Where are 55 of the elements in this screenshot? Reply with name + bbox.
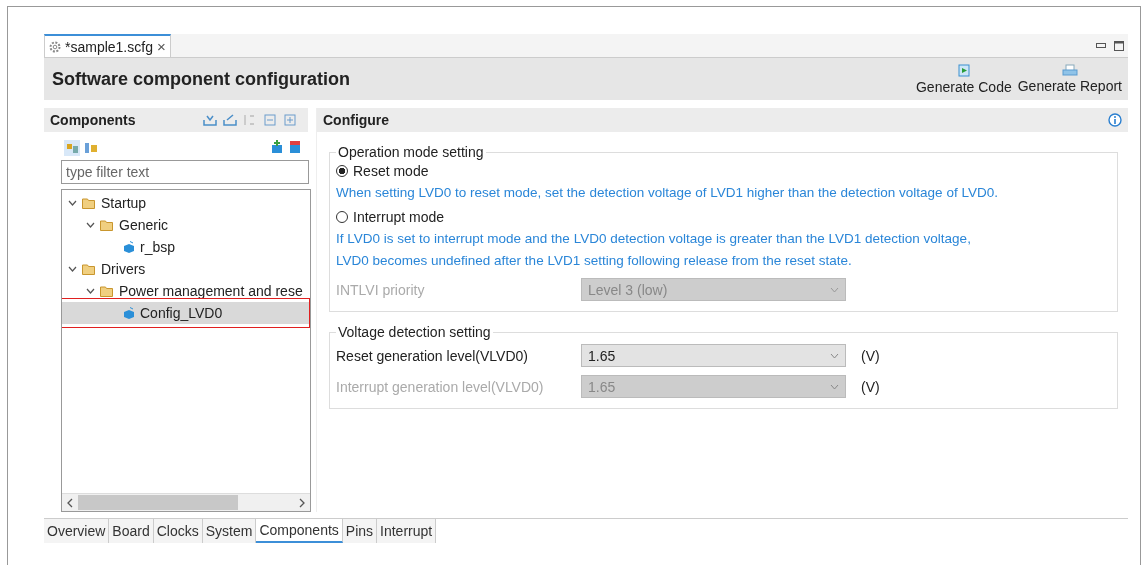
chevron-icon: [830, 286, 839, 293]
group-title: Voltage detection setting: [337, 324, 492, 340]
cube-icon: [123, 241, 135, 253]
close-button[interactable]: ×: [156, 38, 166, 55]
generate-button[interactable]: Generate Code: [915, 63, 1012, 95]
folder-icon: [100, 219, 114, 231]
filter-field[interactable]: type filter text: [61, 160, 309, 184]
radio-option[interactable]: Interrupt mode: [336, 206, 1111, 228]
cube-icon: [123, 307, 135, 319]
folder-icon: [100, 285, 114, 297]
page-tab[interactable]: Pins: [342, 519, 378, 543]
page-tab[interactable]: System: [202, 519, 257, 543]
chevron-icon: [830, 352, 839, 359]
horizontal-scrollbar[interactable]: [62, 493, 310, 511]
chevron-icon: [68, 266, 77, 272]
tree-item[interactable]: Generic: [62, 214, 310, 236]
info-icon[interactable]: [1108, 113, 1122, 127]
tree-item[interactable]: Drivers: [62, 258, 310, 280]
chevron-icon: [68, 200, 77, 206]
folder-icon: [82, 263, 96, 275]
add-remove-icon[interactable]: [270, 140, 302, 154]
page-tab[interactable]: Overview: [44, 519, 110, 543]
field-label: Reset generation level(VLVD0): [336, 347, 529, 364]
level-dropdown[interactable]: 1.65: [581, 344, 846, 367]
generate-button[interactable]: Generate Report: [1017, 63, 1122, 95]
group-title: Operation mode setting: [337, 144, 485, 160]
page-title: Software component configuration: [52, 68, 350, 90]
info-note: When setting LVD0 to reset mode, set the detection voltage of LVD1 higher than the detection voltage of LVD0.: [336, 184, 999, 202]
code-file-icon: [957, 63, 970, 77]
page-tab[interactable]: Clocks: [153, 519, 203, 543]
unit-label: (V): [861, 378, 880, 395]
tree-item[interactable]: Power management and rese: [62, 280, 310, 302]
chevron-icon: [86, 288, 95, 294]
maximize-icon[interactable]: [1114, 40, 1124, 51]
tree-item[interactable]: r_bsp: [62, 236, 310, 258]
tray-icon: [1061, 63, 1078, 76]
editor-tab[interactable]: *sample1.scfg ×: [44, 34, 171, 57]
tab-title: *sample1.scfg: [65, 38, 153, 55]
unit-label: (V): [861, 347, 880, 364]
page-tab[interactable]: Board: [109, 519, 154, 543]
minimize-icon[interactable]: [1096, 42, 1106, 49]
tree-item[interactable]: Startup: [62, 192, 310, 214]
chevron-icon: [86, 222, 95, 228]
page-tab[interactable]: Interrupt: [377, 519, 437, 543]
tree-item[interactable]: Config_LVD0: [62, 302, 310, 324]
folder-icon: [82, 197, 96, 209]
page-tab[interactable]: Components: [256, 519, 343, 543]
field-label: Interrupt generation level(VLVD0): [336, 378, 545, 395]
panel-title: Configure: [323, 112, 390, 128]
radio-option[interactable]: Reset mode: [336, 160, 1111, 182]
field-label: INTLVI priority: [336, 281, 426, 298]
gear-icon: [49, 40, 61, 53]
info-note: If LVD0 is set to interrupt mode and the LVD0 detection voltage is greater than the LVD1 detection voltage, LVD0 becomes undefined after the LVD1 setting following release from the reset state.: [336, 230, 972, 270]
chevron-icon: [830, 383, 839, 390]
panel-title: Components: [50, 112, 136, 128]
